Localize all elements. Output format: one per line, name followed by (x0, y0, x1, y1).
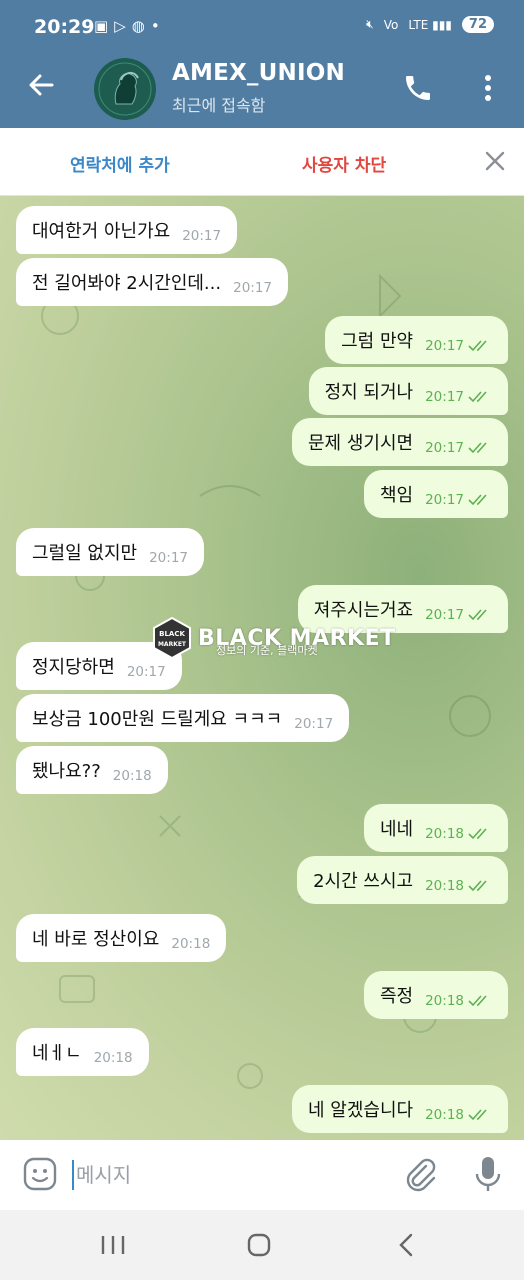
add-contact-button[interactable]: 연락처에 추가 (70, 151, 170, 176)
paperclip-icon[interactable] (402, 1156, 438, 1192)
basketball-icon: ◍ (131, 17, 151, 35)
battery-level: 72 (468, 17, 487, 32)
status-bar: 20:29 ▣▷◍• 🔇︎ Vo LTE ▮▮▮ 72 (0, 0, 524, 50)
message-bubble[interactable]: 보상금 100만원 드릴게요 ㅋㅋㅋ 20:17 (16, 694, 350, 742)
message-text: 네네 (379, 819, 414, 840)
home-icon[interactable] (246, 1232, 272, 1258)
message-time: 20:18 (425, 826, 464, 842)
microphone-icon[interactable] (474, 1154, 502, 1194)
message-text: 보상금 100만원 드릴게요 ㅋㅋㅋ (32, 709, 283, 730)
read-check-icon (468, 1109, 487, 1121)
message-bubble[interactable]: 그럴일 없지만 20:17 (16, 528, 204, 576)
message-time: 20:17 (425, 492, 464, 508)
sticker-emoji-icon[interactable] (22, 1156, 58, 1192)
message-time: 20:18 (425, 878, 464, 894)
chat-area[interactable]: 대여한거 아닌가요 20:17 전 길어봐야 2시간인데... 20:17 그럼… (0, 196, 524, 1140)
lte-signal-icon: LTE ▮▮▮ (408, 17, 452, 32)
message-bubble[interactable]: 문제 생기시면 20:17 (292, 418, 508, 466)
message-text: 즉정 (379, 986, 414, 1007)
notification-icons: ▣▷◍• (94, 17, 166, 35)
block-user-button[interactable]: 사용자 차단 (302, 151, 386, 176)
recent-apps-icon[interactable] (100, 1234, 126, 1256)
avatar[interactable] (94, 58, 156, 120)
last-seen-status: 최근에 접속함 (172, 96, 266, 115)
message-text: 네 알겠습니다 (308, 1100, 414, 1121)
more-menu-icon[interactable] (478, 72, 498, 104)
message-text: 됐나요?? (32, 761, 101, 782)
message-time: 20:17 (126, 664, 166, 680)
message-bubble[interactable]: 네 바로 정산이요 20:18 (16, 914, 227, 962)
message-text: 그럴일 없지만 (32, 543, 138, 564)
system-nav-bar (0, 1210, 524, 1280)
mute-icon: 🔇︎ (366, 17, 374, 31)
nav-back-icon[interactable] (396, 1232, 416, 1258)
message-text: 그럼 만약 (341, 331, 414, 352)
message-bubble[interactable]: 네네 20:18 (363, 804, 508, 852)
black-market-logo-icon: BLACK MARKET (153, 616, 191, 660)
centurion-icon (96, 60, 154, 118)
message-time: 20:17 (425, 338, 464, 354)
system-icons: 🔇︎ Vo LTE ▮▮▮ 72 (366, 16, 494, 33)
message-time: 20:18 (93, 1050, 133, 1066)
message-text: 대여한거 아닌가요 (32, 221, 171, 242)
message-bubble[interactable]: 됐나요?? 20:18 (16, 746, 168, 794)
message-text: 정지당하면 (32, 657, 115, 678)
watermark-subtitle: 정보의 기준, 블랙마켓 (216, 644, 318, 657)
message-text: 2시간 쓰시고 (313, 871, 414, 892)
read-check-icon (468, 609, 487, 621)
message-time: 20:18 (171, 936, 211, 952)
screenshot-icon: ▣ (94, 17, 115, 35)
message-bubble[interactable]: 네ㅔㄴ 20:18 (16, 1028, 149, 1076)
message-time: 20:17 (149, 550, 188, 566)
message-time: 20:17 (425, 607, 464, 623)
message-bubble[interactable]: 네 알겠습니다 20:18 (292, 1085, 508, 1133)
message-text: 문제 생기시면 (308, 433, 414, 454)
message-bubble[interactable]: 대여한거 아닌가요 20:17 (16, 206, 238, 254)
svg-text:BLACK: BLACK (159, 630, 185, 638)
message-bubble[interactable]: 즉정 20:18 (363, 971, 508, 1019)
message-bubble[interactable]: 책임 20:17 (363, 470, 508, 518)
close-icon[interactable] (482, 148, 508, 174)
dot-icon: • (150, 17, 166, 35)
message-text: 전 길어봐야 2시간인데... (32, 273, 222, 294)
contact-action-bar: 연락처에 추가 사용자 차단 (0, 128, 524, 196)
message-time: 20:17 (233, 280, 273, 296)
contact-name[interactable]: AMEX_UNION (172, 60, 345, 86)
message-text: 네 바로 정산이요 (32, 929, 160, 950)
message-bubble[interactable]: 그럼 만약 20:17 (325, 316, 508, 364)
message-time: 20:18 (425, 993, 464, 1009)
back-arrow-icon[interactable] (26, 70, 56, 100)
message-time: 20:18 (112, 768, 152, 784)
phone-icon[interactable] (402, 72, 434, 104)
read-check-icon (468, 391, 487, 403)
message-time: 20:17 (425, 440, 464, 456)
message-text: 책임 (379, 485, 414, 506)
message-composer (0, 1140, 524, 1210)
message-text: 정지 되거나 (324, 382, 414, 403)
read-check-icon (468, 880, 487, 892)
read-check-icon (468, 995, 487, 1007)
read-check-icon (468, 828, 487, 840)
chat-header: AMEX_UNION 최근에 접속함 (0, 50, 524, 128)
svg-text:MARKET: MARKET (158, 641, 187, 648)
message-bubble[interactable]: 전 길어봐야 2시간인데... 20:17 (16, 258, 289, 306)
message-time: 20:18 (425, 1107, 464, 1123)
message-bubble[interactable]: 2시간 쓰시고 20:18 (297, 856, 508, 904)
battery-icon: 72 (461, 16, 494, 33)
status-time: 20:29 (34, 16, 95, 38)
read-check-icon (468, 340, 487, 352)
message-time: 20:17 (294, 716, 334, 732)
watermark: BLACK MARKET BLACK MARKET 정보의 기준, 블랙마켓 (150, 616, 396, 660)
message-time: 20:17 (182, 228, 222, 244)
read-check-icon (468, 442, 487, 454)
read-check-icon (468, 494, 487, 506)
message-time: 20:17 (425, 389, 464, 405)
wifi-calling-icon: Vo (383, 17, 399, 32)
text-caret (72, 1160, 74, 1190)
message-text: 네ㅔㄴ (32, 1043, 82, 1064)
message-input[interactable] (76, 1158, 376, 1192)
message-bubble[interactable]: 정지 되거나 20:17 (308, 367, 508, 415)
play-icon: ▷ (114, 17, 132, 35)
